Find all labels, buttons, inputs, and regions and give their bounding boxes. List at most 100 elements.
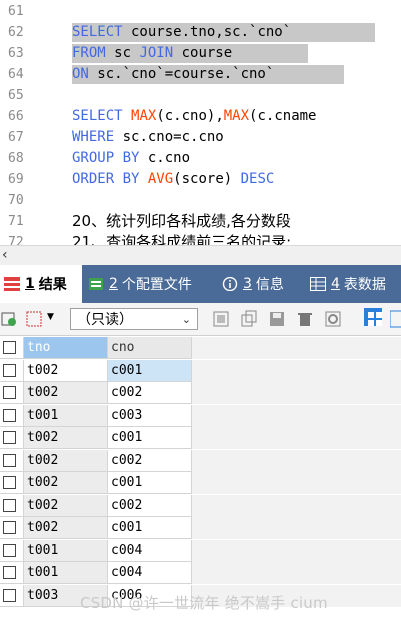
code-token: (score) bbox=[173, 171, 241, 187]
table-row[interactable]: t001 c004 bbox=[0, 539, 401, 562]
cell-cno[interactable]: c001 bbox=[108, 517, 192, 539]
row-checkbox-cell bbox=[0, 404, 24, 427]
editor-line[interactable]: 71 20、统计列印各科成绩,各分数段 bbox=[0, 211, 401, 232]
editor-line[interactable]: 67 WHERE sc.cno=c.cno bbox=[0, 127, 401, 148]
column-header-tno[interactable]: tno bbox=[24, 337, 108, 359]
row-checkbox[interactable] bbox=[3, 363, 16, 377]
cell-cno[interactable]: c002 bbox=[108, 382, 192, 404]
grid-empty-area bbox=[192, 472, 401, 494]
cell-cno[interactable]: c003 bbox=[108, 404, 192, 427]
row-checkbox[interactable] bbox=[3, 498, 16, 512]
table-row[interactable]: t001 c003 bbox=[0, 404, 401, 427]
row-checkbox[interactable] bbox=[3, 476, 16, 489]
table-row[interactable]: t002 c001 bbox=[0, 359, 401, 382]
editor-line[interactable]: 64 ON sc.`cno`=course.`cno` bbox=[0, 64, 401, 85]
cell-cno[interactable]: c001 bbox=[108, 472, 192, 494]
filter-icon[interactable] bbox=[26, 310, 44, 328]
result-tabs: 1 结果 2 个配置文件 3 信息 4 表数据 bbox=[0, 265, 401, 303]
line-number: 71 bbox=[8, 214, 24, 229]
result-mode-select[interactable]: （只读） ⌄ bbox=[70, 308, 198, 330]
sql-function: AVG bbox=[147, 171, 174, 187]
select-all-checkbox[interactable] bbox=[3, 341, 16, 354]
grid-empty-area bbox=[192, 337, 401, 359]
refresh-icon[interactable] bbox=[324, 310, 342, 328]
editor-line[interactable]: 63 FROM sc JOIN course bbox=[0, 43, 401, 64]
editor-line[interactable]: 72 21、查询各科成绩前三名的记录; bbox=[0, 232, 401, 245]
row-checkbox[interactable] bbox=[3, 543, 16, 557]
cell-tno[interactable]: t001 bbox=[24, 404, 108, 427]
tab-info[interactable]: 3 信息 bbox=[222, 265, 284, 303]
line-number: 65 bbox=[8, 88, 24, 103]
export-icon[interactable] bbox=[0, 310, 18, 328]
row-checkbox[interactable] bbox=[3, 386, 16, 399]
row-checkbox[interactable] bbox=[3, 588, 16, 602]
editor-line[interactable]: 61 bbox=[0, 1, 401, 22]
add-row-icon[interactable] bbox=[212, 310, 230, 328]
row-checkbox[interactable] bbox=[3, 408, 16, 422]
sql-keyword: SELECT bbox=[72, 24, 123, 40]
result-grid-icon bbox=[4, 277, 20, 291]
code-text: ORDER BY AVG(score) DESC bbox=[72, 169, 274, 190]
delete-icon[interactable] bbox=[296, 310, 314, 328]
row-checkbox[interactable] bbox=[3, 453, 16, 467]
row-checkbox[interactable] bbox=[3, 521, 16, 534]
row-checkbox[interactable] bbox=[3, 566, 16, 579]
form-view-icon[interactable] bbox=[390, 310, 401, 328]
sql-keyword: FROM bbox=[72, 45, 106, 61]
cell-tno[interactable]: t002 bbox=[24, 449, 108, 472]
cell-tno[interactable]: t002 bbox=[24, 517, 108, 539]
line-number: 63 bbox=[8, 46, 24, 61]
cell-cno[interactable]: c001 bbox=[108, 359, 192, 382]
tab-profiles[interactable]: 2 个配置文件 bbox=[88, 265, 192, 303]
sql-editor[interactable]: 61 62 SELECT course.tno,sc.`cno` 63 FROM sc … bbox=[0, 0, 401, 245]
editor-line[interactable]: 68 GROUP BY c.cno bbox=[0, 148, 401, 169]
info-icon bbox=[222, 276, 238, 292]
cell-tno[interactable]: t002 bbox=[24, 427, 108, 449]
column-header-cno[interactable]: cno bbox=[108, 337, 192, 359]
code-text: 20、统计列印各科成绩,各分数段 bbox=[72, 211, 291, 232]
cell-cno[interactable]: c001 bbox=[108, 427, 192, 449]
grid-view-icon[interactable] bbox=[364, 308, 382, 326]
editor-line[interactable]: 62 SELECT course.tno,sc.`cno` bbox=[0, 22, 401, 43]
cell-tno[interactable]: t002 bbox=[24, 494, 108, 517]
profile-icon bbox=[88, 277, 104, 291]
table-row[interactable]: t002 c001 bbox=[0, 427, 401, 449]
code-token: 20、统计列印各科成绩,各分数段 bbox=[72, 212, 291, 230]
cell-cno[interactable]: c004 bbox=[108, 562, 192, 584]
tab-results[interactable]: 1 结果 bbox=[0, 265, 82, 303]
duplicate-row-icon[interactable] bbox=[240, 310, 258, 328]
line-number: 64 bbox=[8, 67, 24, 82]
result-grid[interactable]: tno cno t002 c001 t002 c002 t001 c003 t002 c001… bbox=[0, 337, 401, 618]
cell-cno[interactable]: c002 bbox=[108, 494, 192, 517]
sql-keyword: ORDER BY bbox=[72, 171, 140, 187]
table-row[interactable]: t002 c001 bbox=[0, 472, 401, 494]
cell-tno[interactable]: t002 bbox=[24, 359, 108, 382]
cell-tno[interactable]: t001 bbox=[24, 539, 108, 562]
scroll-left-icon[interactable]: ‹ bbox=[2, 247, 8, 263]
editor-line[interactable]: 66 SELECT MAX(c.cno),MAX(c.cname bbox=[0, 106, 401, 127]
filter-dropdown-icon[interactable]: ▼ bbox=[47, 312, 54, 322]
table-row[interactable]: t002 c002 bbox=[0, 449, 401, 472]
table-row[interactable]: t001 c004 bbox=[0, 562, 401, 584]
editor-line[interactable]: 70 bbox=[0, 190, 401, 211]
cell-tno[interactable]: t002 bbox=[24, 382, 108, 404]
tab-table-data[interactable]: 4 表数据 bbox=[310, 265, 386, 303]
grid-empty-area bbox=[192, 539, 401, 562]
cell-tno[interactable]: t001 bbox=[24, 562, 108, 584]
code-token: 21、查询各科成绩前三名的记录; bbox=[72, 233, 292, 245]
table-row[interactable]: t002 c002 bbox=[0, 494, 401, 517]
table-row[interactable]: t002 c001 bbox=[0, 517, 401, 539]
editor-line[interactable]: 65 bbox=[0, 85, 401, 106]
cell-cno[interactable]: c002 bbox=[108, 449, 192, 472]
cell-cno[interactable]: c004 bbox=[108, 539, 192, 562]
row-checkbox[interactable] bbox=[3, 431, 16, 444]
grid-empty-area bbox=[192, 494, 401, 517]
save-icon[interactable] bbox=[268, 310, 286, 328]
editor-line[interactable]: 69 ORDER BY AVG(score) DESC bbox=[0, 169, 401, 190]
editor-horizontal-scrollbar[interactable]: ‹ bbox=[0, 245, 401, 265]
code-text: SELECT MAX(c.cno),MAX(c.cname bbox=[72, 106, 316, 127]
table-row[interactable]: t002 c002 bbox=[0, 382, 401, 404]
code-text: SELECT course.tno,sc.`cno` bbox=[72, 22, 291, 43]
cell-tno[interactable]: t002 bbox=[24, 472, 108, 494]
